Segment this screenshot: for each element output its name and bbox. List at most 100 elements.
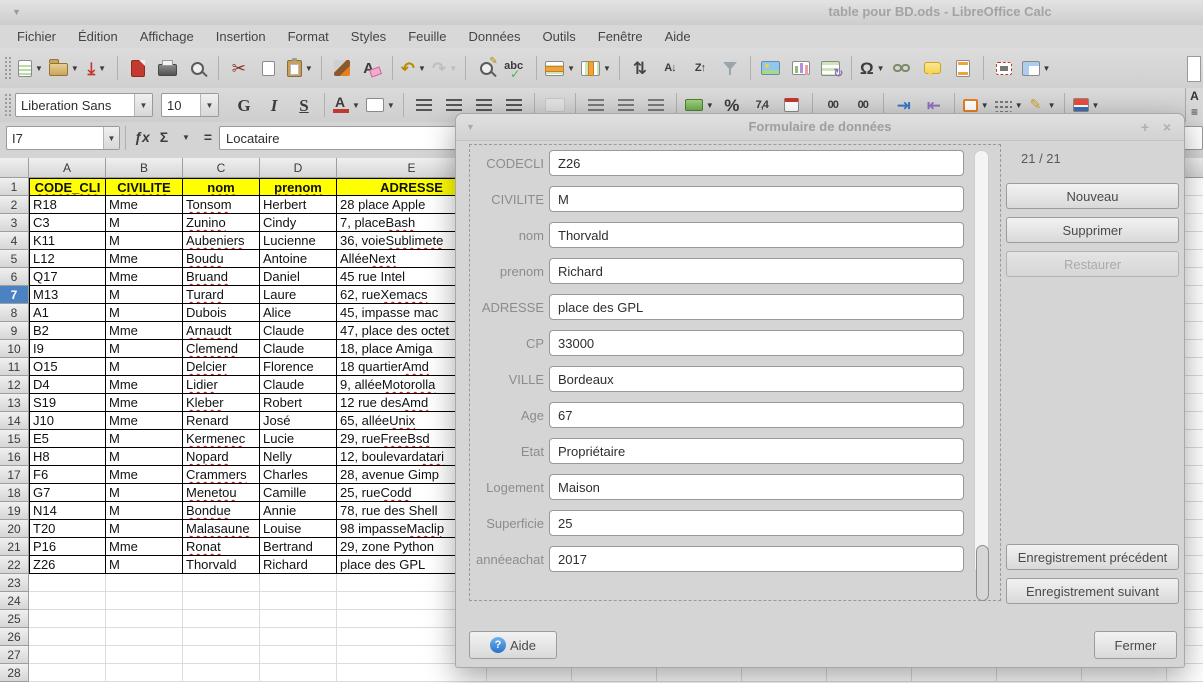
sort-descending-button[interactable]: Z↑ bbox=[685, 53, 715, 83]
menu-item-feuille[interactable]: Feuille bbox=[397, 27, 457, 46]
cell-B16[interactable]: M bbox=[106, 448, 183, 466]
cell-D23[interactable] bbox=[260, 574, 337, 592]
cell-C25[interactable] bbox=[183, 610, 260, 628]
open-folder-dropdown-icon[interactable]: ▼ bbox=[71, 64, 79, 73]
toolbar-grip[interactable] bbox=[4, 93, 11, 117]
cell-A27[interactable] bbox=[29, 646, 106, 664]
new-record-button[interactable]: Nouveau bbox=[1006, 183, 1179, 209]
form-scrollbar[interactable] bbox=[974, 150, 989, 574]
cell-D3[interactable]: Cindy bbox=[260, 214, 337, 232]
cell-C11[interactable]: Delcier bbox=[183, 358, 260, 376]
cell-B20[interactable]: M bbox=[106, 520, 183, 538]
cell-C3[interactable]: Zunino bbox=[183, 214, 260, 232]
row-header-19[interactable]: 19 bbox=[0, 502, 29, 520]
cell-D28[interactable] bbox=[260, 664, 337, 682]
row-header-24[interactable]: 24 bbox=[0, 592, 29, 610]
cell-D15[interactable]: Lucie bbox=[260, 430, 337, 448]
cell-D9[interactable]: Claude bbox=[260, 322, 337, 340]
cell-A4[interactable]: K11 bbox=[29, 232, 106, 250]
insert-column-button[interactable]: ▼ bbox=[578, 53, 614, 83]
cell-B5[interactable]: Mme bbox=[106, 250, 183, 268]
row-header-20[interactable]: 20 bbox=[0, 520, 29, 538]
window-menu-icon[interactable]: ▼ bbox=[12, 7, 21, 17]
cell-A17[interactable]: F6 bbox=[29, 466, 106, 484]
font-name-dropdown-icon[interactable]: ▼ bbox=[134, 94, 152, 116]
font-name-input[interactable] bbox=[16, 98, 134, 113]
header-footer-button[interactable] bbox=[948, 53, 978, 83]
print-preview-button[interactable] bbox=[183, 53, 213, 83]
cell-B26[interactable] bbox=[106, 628, 183, 646]
menu-item-affichage[interactable]: Affichage bbox=[129, 27, 205, 46]
cell-C12[interactable]: Lidier bbox=[183, 376, 260, 394]
print-area-button[interactable] bbox=[989, 53, 1019, 83]
cell-C1[interactable]: nom bbox=[183, 178, 260, 196]
font-size-dropdown-icon[interactable]: ▼ bbox=[200, 94, 218, 116]
cell-D24[interactable] bbox=[260, 592, 337, 610]
column-header-C[interactable]: C bbox=[183, 158, 260, 178]
cell-B12[interactable]: Mme bbox=[106, 376, 183, 394]
cell-D17[interactable]: Charles bbox=[260, 466, 337, 484]
cell-D13[interactable]: Robert bbox=[260, 394, 337, 412]
cell-A13[interactable]: S19 bbox=[29, 394, 106, 412]
menu-item-fenetre[interactable]: Fenêtre bbox=[587, 27, 654, 46]
column-header-A[interactable]: A bbox=[29, 158, 106, 178]
form-field-input-annéeachat[interactable] bbox=[549, 546, 964, 572]
menu-item-fichier[interactable]: Fichier bbox=[6, 27, 67, 46]
sort-ascending-button[interactable]: A↓ bbox=[655, 53, 685, 83]
cell-D22[interactable]: Richard bbox=[260, 556, 337, 574]
name-box-dropdown-icon[interactable]: ▼ bbox=[103, 127, 119, 149]
row-header-10[interactable]: 10 bbox=[0, 340, 29, 358]
menu-item-donnees[interactable]: Données bbox=[457, 27, 531, 46]
row-header-23[interactable]: 23 bbox=[0, 574, 29, 592]
new-document-dropdown-icon[interactable]: ▼ bbox=[35, 64, 43, 73]
cell-B9[interactable]: Mme bbox=[106, 322, 183, 340]
cell-A2[interactable]: R18 bbox=[29, 196, 106, 214]
special-character-button[interactable]: Ω▼ bbox=[857, 53, 888, 83]
cell-C7[interactable]: Turard bbox=[183, 286, 260, 304]
cell-A12[interactable]: D4 bbox=[29, 376, 106, 394]
form-field-input-Logement[interactable] bbox=[549, 474, 964, 500]
cell-D27[interactable] bbox=[260, 646, 337, 664]
conditional-formatting-dropdown-icon[interactable]: ▼ bbox=[1092, 101, 1100, 110]
special-character-dropdown-icon[interactable]: ▼ bbox=[877, 64, 885, 73]
row-header-21[interactable]: 21 bbox=[0, 538, 29, 556]
font-name-combo[interactable]: ▼ bbox=[15, 93, 153, 117]
cell-D6[interactable]: Daniel bbox=[260, 268, 337, 286]
cell-A5[interactable]: L12 bbox=[29, 250, 106, 268]
form-field-input-ADRESSE[interactable] bbox=[549, 294, 964, 320]
hyperlink-button[interactable] bbox=[888, 53, 918, 83]
insert-row-button[interactable]: ▼ bbox=[542, 53, 578, 83]
row-header-14[interactable]: 14 bbox=[0, 412, 29, 430]
undo-dropdown-icon[interactable]: ▼ bbox=[418, 64, 426, 73]
cell-C17[interactable]: Crammers bbox=[183, 466, 260, 484]
cell-B24[interactable] bbox=[106, 592, 183, 610]
column-header-B[interactable]: B bbox=[106, 158, 183, 178]
cell-A14[interactable]: J10 bbox=[29, 412, 106, 430]
form-field-input-Etat[interactable] bbox=[549, 438, 964, 464]
cell-D16[interactable]: Nelly bbox=[260, 448, 337, 466]
cell-B23[interactable] bbox=[106, 574, 183, 592]
cell-B25[interactable] bbox=[106, 610, 183, 628]
row-header-17[interactable]: 17 bbox=[0, 466, 29, 484]
function-wizard-icon[interactable]: ƒx bbox=[131, 126, 153, 148]
row-header-5[interactable]: 5 bbox=[0, 250, 29, 268]
cell-B15[interactable]: M bbox=[106, 430, 183, 448]
sum-icon[interactable]: Σ bbox=[153, 126, 175, 148]
cell-D19[interactable]: Annie bbox=[260, 502, 337, 520]
row-header-27[interactable]: 27 bbox=[0, 646, 29, 664]
menu-item-outils[interactable]: Outils bbox=[532, 27, 587, 46]
cell-A16[interactable]: H8 bbox=[29, 448, 106, 466]
form-field-input-Superficie[interactable] bbox=[549, 510, 964, 536]
borders-dropdown-icon[interactable]: ▼ bbox=[981, 101, 989, 110]
cell-A6[interactable]: Q17 bbox=[29, 268, 106, 286]
form-field-input-nom[interactable] bbox=[549, 222, 964, 248]
cell-C19[interactable]: Bondue bbox=[183, 502, 260, 520]
border-style-dropdown-icon[interactable]: ▼ bbox=[1015, 101, 1023, 110]
cell-B2[interactable]: Mme bbox=[106, 196, 183, 214]
align-left-button[interactable] bbox=[409, 90, 439, 120]
form-field-input-CODECLI[interactable] bbox=[549, 150, 964, 176]
next-record-button[interactable]: Enregistrement suivant bbox=[1006, 578, 1179, 604]
row-header-12[interactable]: 12 bbox=[0, 376, 29, 394]
row-header-13[interactable]: 13 bbox=[0, 394, 29, 412]
cell-D7[interactable]: Laure bbox=[260, 286, 337, 304]
